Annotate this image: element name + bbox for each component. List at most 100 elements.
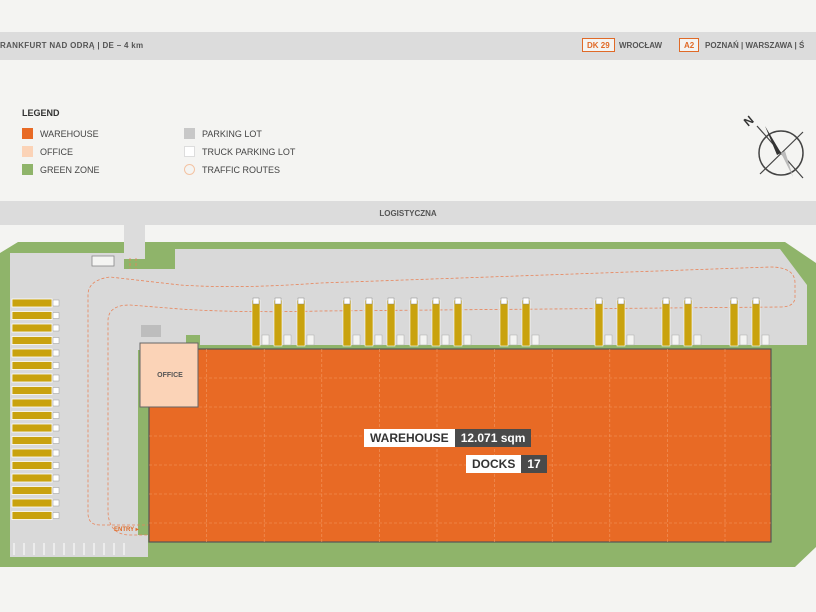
north-label: N bbox=[741, 113, 757, 129]
truck-trailer bbox=[616, 299, 626, 347]
parking-stall-marker bbox=[52, 449, 60, 457]
access-road bbox=[124, 225, 145, 259]
docks-label: DOCKS bbox=[466, 455, 522, 473]
dock-door bbox=[626, 334, 635, 346]
warehouse-label: WAREHOUSE bbox=[364, 429, 455, 447]
truck-trailer bbox=[661, 299, 671, 347]
parking-stall bbox=[11, 373, 53, 383]
truck-cab bbox=[365, 297, 373, 305]
truck-trailer bbox=[273, 299, 283, 347]
parking-lot-swatch bbox=[184, 128, 195, 139]
truck-trailer bbox=[499, 299, 509, 347]
warehouse-area-label: WAREHOUSE 12.071 sqm bbox=[364, 429, 532, 447]
parking-stall bbox=[11, 348, 53, 358]
dock-door bbox=[374, 334, 383, 346]
dock-door bbox=[604, 334, 613, 346]
street-logistyczna: LOGISTYCZNA bbox=[0, 201, 816, 225]
truck-cab bbox=[274, 297, 282, 305]
docks-count-label: DOCKS 17 bbox=[466, 455, 547, 473]
office-label: OFFICE bbox=[157, 371, 183, 379]
legend-label: OFFICE bbox=[40, 147, 73, 157]
dock-door bbox=[261, 334, 270, 346]
parking-stall bbox=[11, 436, 53, 445]
truck-cab bbox=[752, 297, 760, 305]
parking-stall-marker bbox=[52, 437, 60, 444]
truck-trailer bbox=[521, 299, 531, 347]
office-swatch bbox=[22, 146, 33, 157]
stairs bbox=[141, 325, 161, 337]
parking-stall bbox=[11, 486, 53, 495]
legend-label: TRAFFIC ROUTES bbox=[202, 165, 280, 175]
parking-stall-marker bbox=[52, 399, 60, 407]
docks-count: 17 bbox=[521, 455, 547, 473]
dock-door bbox=[306, 334, 315, 346]
parking-stall-marker bbox=[52, 499, 60, 507]
truck-trailer bbox=[342, 299, 352, 347]
truck-cab bbox=[387, 297, 395, 305]
truck-trailer bbox=[296, 299, 306, 347]
parking-stall-marker bbox=[52, 487, 60, 494]
truck-trailer bbox=[453, 299, 463, 347]
truck-cab bbox=[662, 297, 670, 305]
poznan-warszawa-direction: POZNAŃ | WARSZAWA | Ś bbox=[705, 41, 805, 50]
dock-door bbox=[693, 334, 702, 346]
truck-cab bbox=[343, 297, 351, 305]
parking-stall bbox=[11, 511, 53, 520]
dock-door bbox=[531, 334, 540, 346]
parking-stall bbox=[11, 386, 53, 395]
parking-stall-marker bbox=[52, 312, 60, 319]
parking-stall bbox=[11, 361, 53, 370]
frankfurt-distance: RANKFURT NAD ODRĄ | DE – 4 km bbox=[0, 41, 144, 50]
parking-stall-marker bbox=[52, 512, 60, 519]
dock-door bbox=[441, 334, 450, 346]
parking-stall bbox=[11, 473, 53, 483]
green-zone-swatch bbox=[22, 164, 33, 175]
parking-stall-marker bbox=[52, 474, 60, 482]
truck-trailer bbox=[431, 299, 441, 347]
parking-stall-marker bbox=[52, 337, 60, 344]
truck-cab bbox=[730, 297, 738, 305]
dock-door bbox=[283, 334, 292, 346]
truck-cab bbox=[297, 297, 305, 305]
street-label: LOGISTYCZNA bbox=[379, 209, 437, 218]
legend-label: TRUCK PARKING LOT bbox=[202, 147, 296, 157]
truck-trailer bbox=[751, 299, 761, 347]
parking-stall-marker bbox=[52, 362, 60, 369]
dock-door bbox=[352, 334, 361, 346]
truck-cab bbox=[500, 297, 508, 305]
parking-stall-marker bbox=[52, 424, 60, 432]
compass-icon: N bbox=[741, 113, 804, 179]
truck-trailer bbox=[594, 299, 604, 347]
site-plan bbox=[0, 225, 816, 567]
legend-title: LEGEND bbox=[22, 108, 60, 118]
truck-cab bbox=[410, 297, 418, 305]
truck-cab bbox=[252, 297, 260, 305]
truck-cab bbox=[522, 297, 530, 305]
parking-stall-marker bbox=[52, 462, 60, 469]
parking-stall bbox=[11, 336, 53, 345]
parking-stall-marker bbox=[52, 387, 60, 394]
dock-door bbox=[739, 334, 748, 346]
parking-stall bbox=[11, 498, 53, 508]
truck-cab bbox=[454, 297, 462, 305]
warehouse-swatch bbox=[22, 128, 33, 139]
parking-stall bbox=[11, 323, 53, 333]
truck-cab bbox=[595, 297, 603, 305]
dk29-badge: DK 29 bbox=[582, 38, 615, 52]
parking-stall-marker bbox=[52, 324, 60, 332]
dock-door bbox=[396, 334, 405, 346]
legend-label: WAREHOUSE bbox=[40, 129, 99, 139]
parking-stall bbox=[11, 298, 53, 308]
truck-trailer bbox=[729, 299, 739, 347]
gatehouse bbox=[91, 255, 115, 267]
truck-trailer bbox=[409, 299, 419, 347]
parking-stall bbox=[11, 423, 53, 433]
parking-stall bbox=[11, 398, 53, 408]
truck-cab bbox=[432, 297, 440, 305]
parking-stall-marker bbox=[52, 374, 60, 382]
dock-door bbox=[761, 334, 770, 346]
parking-stall bbox=[11, 311, 53, 320]
truck-cab bbox=[684, 297, 692, 305]
entry-label: ENTRY ▸ bbox=[114, 527, 139, 533]
parking-stall-marker bbox=[52, 299, 60, 307]
